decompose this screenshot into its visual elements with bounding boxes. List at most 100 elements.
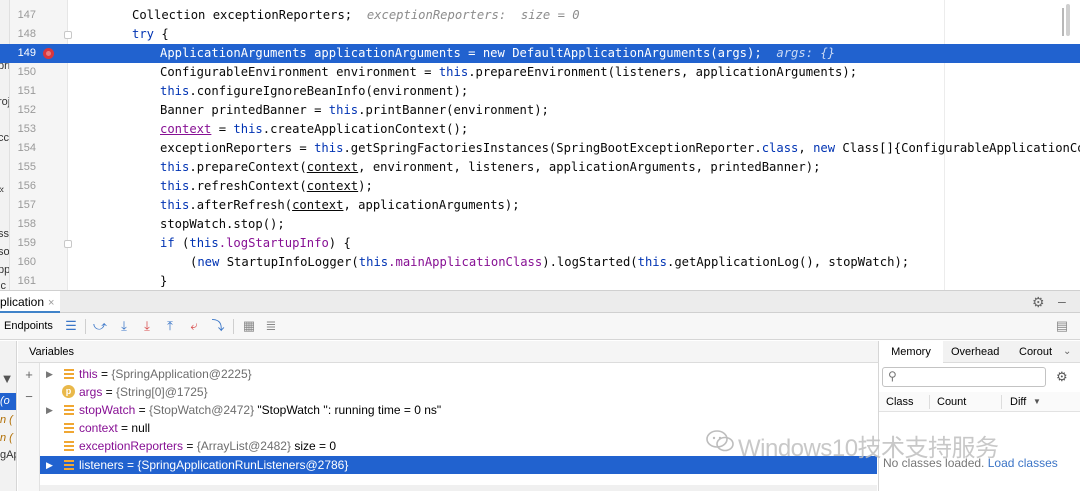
endpoints-tab[interactable]: Endpoints bbox=[4, 313, 53, 340]
code-segment: ); bbox=[358, 179, 373, 193]
fold-marker-icon[interactable] bbox=[64, 240, 72, 248]
error-stripe-mark[interactable] bbox=[1062, 8, 1064, 36]
code-text: if (this.logStartupInfo) { bbox=[160, 234, 351, 253]
code-line-156[interactable]: 156 this.refreshContext(context); bbox=[0, 177, 1080, 196]
code-line-158[interactable]: 158 stopWatch.stop(); bbox=[0, 215, 1080, 234]
line-number: 155 bbox=[17, 161, 36, 173]
code-line-151[interactable]: 151 this.configureIgnoreBeanInfo(environ… bbox=[0, 82, 1080, 101]
step-out-icon[interactable]: ⤒ bbox=[162, 318, 178, 334]
code-line-154[interactable]: 154 exceptionReporters = this.getSpringF… bbox=[0, 139, 1080, 158]
code-segment: , bbox=[798, 141, 814, 155]
memory-table-header: Class Count Diff ▼ bbox=[879, 392, 1080, 412]
expand-arrow-icon[interactable]: ▶ bbox=[46, 365, 53, 383]
expand-arrow-icon[interactable]: ▶ bbox=[46, 456, 53, 474]
editor-scrollbar[interactable] bbox=[1066, 4, 1070, 36]
variable-row[interactable]: ▶ stopWatch = {StopWatch@2472} "StopWatc… bbox=[40, 401, 877, 419]
gear-icon[interactable]: ⚙ bbox=[1032, 294, 1045, 311]
code-line-150[interactable]: 150 ConfigurableEnvironment environment … bbox=[0, 63, 1080, 82]
search-icon: ⚲ bbox=[888, 369, 897, 383]
code-line-149-execution-point[interactable]: 149 ApplicationArguments applicationArgu… bbox=[0, 44, 1080, 63]
variables-horizontal-scrollbar[interactable] bbox=[40, 485, 877, 491]
code-segment: , environment, listeners, applicationArg… bbox=[358, 160, 821, 174]
code-line-160[interactable]: 160 (new StartupInfoLogger(this.mainAppl… bbox=[0, 253, 1080, 272]
filter-icon[interactable]: ▼ bbox=[0, 372, 14, 386]
variable-value: null bbox=[131, 421, 151, 435]
class-search-input[interactable]: ⚲ bbox=[882, 367, 1046, 387]
line-number: 156 bbox=[17, 180, 36, 192]
code-text: this.refreshContext(context); bbox=[160, 177, 373, 196]
code-line-155[interactable]: 155 this.prepareContext(context, environ… bbox=[0, 158, 1080, 177]
code-line-152[interactable]: 152 Banner printedBanner = this.printBan… bbox=[0, 101, 1080, 120]
line-number: 158 bbox=[17, 218, 36, 230]
reassigned-variable: context bbox=[292, 198, 344, 212]
breakpoint-icon[interactable] bbox=[43, 48, 54, 59]
step-into-icon[interactable]: ⤓ bbox=[139, 318, 155, 334]
run-to-cursor-icon[interactable]: ⤵ bbox=[210, 318, 226, 334]
column-class[interactable]: Class bbox=[886, 392, 914, 412]
field-icon bbox=[64, 405, 74, 415]
debug-session-tab[interactable]: plication × bbox=[0, 291, 61, 313]
variable-type: {ArrayList@2482} bbox=[196, 439, 291, 453]
fold-marker-icon[interactable] bbox=[64, 31, 72, 39]
code-line-147[interactable]: 147 Collection exceptionReporters; excep… bbox=[0, 6, 1080, 25]
code-line-153[interactable]: 153 context = this.createApplicationCont… bbox=[0, 120, 1080, 139]
code-line-159[interactable]: 159 if (this.logStartupInfo) { bbox=[0, 234, 1080, 253]
restore-layout-icon[interactable]: ▤ bbox=[1054, 318, 1070, 334]
code-line-157[interactable]: 157 this.afterRefresh(context, applicati… bbox=[0, 196, 1080, 215]
tab-coroutines[interactable]: Corout bbox=[1019, 341, 1052, 363]
keyword: this bbox=[328, 103, 359, 117]
column-separator bbox=[1001, 395, 1002, 409]
line-number: 147 bbox=[17, 9, 36, 21]
minimize-icon[interactable]: – bbox=[1058, 293, 1066, 309]
line-number: 161 bbox=[17, 275, 36, 287]
trace-icon[interactable]: ≣ bbox=[263, 318, 279, 334]
step-over-icon[interactable]: ⤓ bbox=[116, 318, 132, 334]
variable-text: context = null bbox=[79, 419, 150, 437]
frame-text: n ( bbox=[0, 414, 13, 426]
add-watch-icon[interactable]: + bbox=[22, 368, 36, 382]
chevron-down-icon[interactable]: ⌄ bbox=[1063, 341, 1071, 363]
toolbar-separator bbox=[85, 319, 86, 334]
code-line-161[interactable]: 161 } bbox=[0, 272, 1080, 290]
reassigned-variable: context bbox=[306, 160, 359, 174]
variable-name: stopWatch bbox=[79, 403, 136, 417]
code-segment: { bbox=[154, 27, 169, 41]
expand-arrow-icon[interactable]: ▶ bbox=[46, 401, 53, 419]
code-text: (new StartupInfoLogger(this.mainApplicat… bbox=[190, 253, 909, 272]
code-text: this.prepareContext(context, environment… bbox=[160, 158, 820, 177]
variable-eq: = bbox=[183, 439, 197, 453]
drop-frame-icon[interactable]: ⤶ bbox=[186, 318, 202, 334]
code-text: } bbox=[160, 272, 167, 290]
remove-watch-icon[interactable]: − bbox=[22, 390, 36, 404]
variable-row[interactable]: ▶ this = {SpringApplication@2225} bbox=[40, 365, 877, 383]
code-segment: Banner printedBanner = bbox=[160, 103, 329, 117]
column-diff[interactable]: Diff bbox=[1010, 392, 1026, 412]
field-icon bbox=[64, 423, 74, 433]
code-text: this.configureIgnoreBeanInfo(environment… bbox=[160, 82, 468, 101]
tab-overhead[interactable]: Overhead bbox=[951, 341, 999, 363]
evaluate-expression-icon[interactable]: ▦ bbox=[241, 318, 257, 334]
show-execution-point-icon[interactable]: ⤻ bbox=[92, 318, 108, 334]
execution-stripe-mark[interactable] bbox=[1062, 52, 1074, 54]
memory-panel: ⚲ ⚙ Class Count Diff ▼ No classes loaded… bbox=[878, 363, 1080, 491]
close-icon[interactable]: × bbox=[48, 297, 54, 309]
keyword: this bbox=[160, 160, 190, 174]
code-text: ApplicationArguments applicationArgument… bbox=[160, 44, 835, 63]
debug-tool-window-header: plication × ⚙ – bbox=[0, 290, 1080, 313]
code-text: try { bbox=[132, 25, 169, 44]
variable-name: exceptionReporters bbox=[79, 439, 184, 453]
code-line-148[interactable]: 148 try { bbox=[0, 25, 1080, 44]
code-segment: = bbox=[211, 122, 234, 136]
code-editor[interactable]: pri roj cc « ss so pp ic 147 Collection … bbox=[0, 0, 1080, 290]
inline-value-hint: args: {} bbox=[776, 46, 836, 60]
variable-row[interactable]: p args = {String[0]@1725} bbox=[40, 383, 877, 401]
variable-eq: = bbox=[102, 385, 117, 399]
column-count[interactable]: Count bbox=[937, 392, 966, 412]
gear-icon[interactable]: ⚙ bbox=[1056, 369, 1068, 385]
frames-panel-edge[interactable]: ▼ (o n ( n ( gAp bbox=[0, 341, 17, 491]
tab-memory[interactable]: Memory bbox=[879, 341, 943, 365]
line-number: 150 bbox=[17, 66, 36, 78]
layout-menu-icon[interactable]: ☰ bbox=[63, 318, 79, 334]
frame-text: n ( bbox=[0, 432, 13, 444]
variable-name: listeners bbox=[79, 458, 124, 472]
